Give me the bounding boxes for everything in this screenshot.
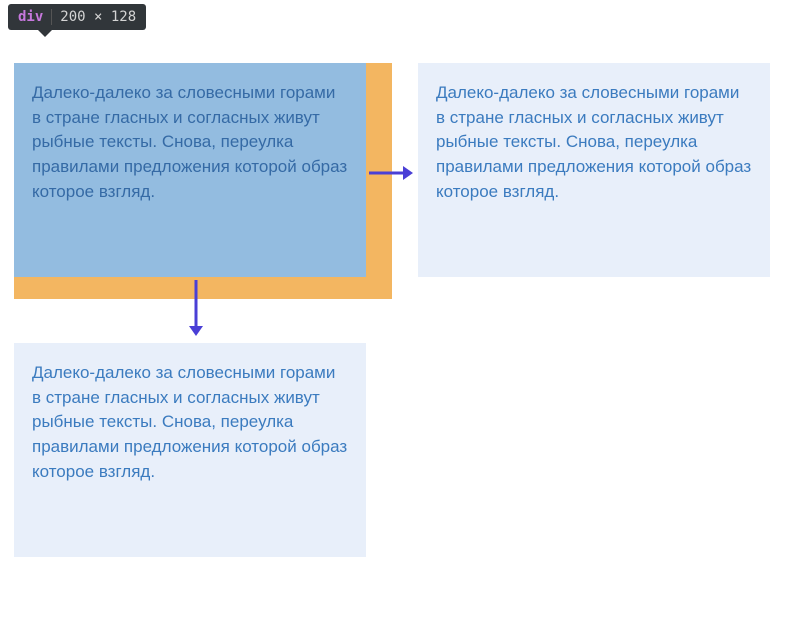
arrow-down-icon [186, 280, 206, 336]
arrow-right-icon [369, 163, 413, 183]
box-text: Далеко-далеко за словесными горами в стр… [436, 83, 751, 201]
element-tag: div [18, 9, 43, 25]
box-top-right: Далеко-далеко за словесными горами в стр… [418, 63, 770, 277]
box-bottom-left: Далеко-далеко за словесными горами в стр… [14, 343, 366, 557]
box-text: Далеко-далеко за словесными горами в стр… [32, 363, 347, 481]
tooltip-divider [51, 9, 52, 25]
devtools-tooltip: div 200 × 128 [8, 4, 146, 30]
box-text: Далеко-далеко за словесными горами в стр… [32, 83, 347, 201]
box-top-left: Далеко-далеко за словесными горами в стр… [14, 63, 366, 277]
element-dimensions: 200 × 128 [60, 9, 136, 25]
diagram-canvas: Далеко-далеко за словесными горами в стр… [10, 45, 800, 605]
